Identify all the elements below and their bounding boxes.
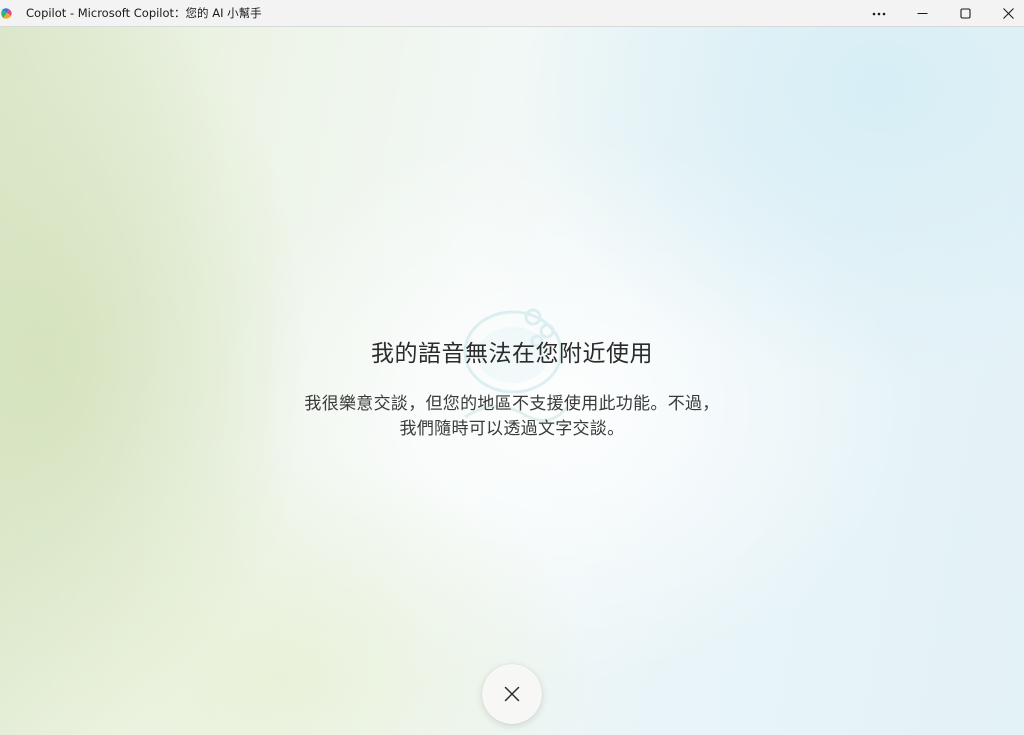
minimize-button[interactable] [901, 0, 943, 27]
dismiss-voice-button[interactable] [482, 664, 542, 724]
close-icon [1002, 8, 1014, 19]
voice-unavailable-title: 我的語音無法在您附近使用 [371, 341, 653, 367]
maximize-button[interactable] [944, 0, 986, 27]
copilot-logo-icon [1, 8, 12, 19]
maximize-icon [959, 8, 971, 19]
window-title: Copilot - Microsoft Copilot：您的 AI 小幫手 [26, 6, 262, 20]
title-bar[interactable]: Copilot - Microsoft Copilot：您的 AI 小幫手 [0, 0, 1024, 27]
close-window-button[interactable] [987, 0, 1024, 27]
more-options-button[interactable] [858, 0, 900, 27]
voice-unavailable-panel: 我的語音無法在您附近使用 我很樂意交談，但您的地區不支援使用此功能。不過，我們隨… [0, 27, 1024, 735]
minimize-icon [917, 13, 927, 14]
more-options-icon [872, 12, 886, 15]
copilot-window: Copilot - Microsoft Copilot：您的 AI 小幫手 我的… [0, 0, 1024, 735]
close-icon [504, 686, 520, 702]
voice-unavailable-description: 我很樂意交談，但您的地區不支援使用此功能。不過，我們隨時可以透過文字交談。 [304, 394, 720, 439]
